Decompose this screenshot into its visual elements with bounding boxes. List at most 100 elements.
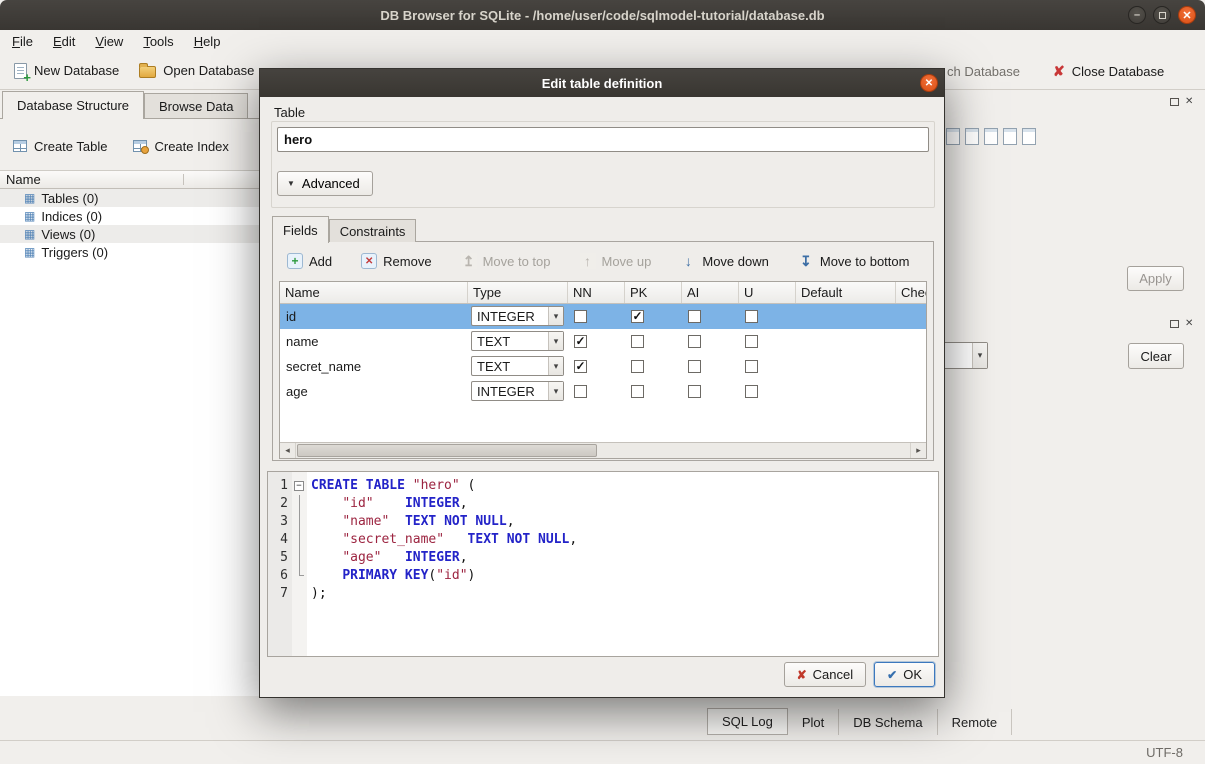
move-up-button: ↑Move up [580, 253, 652, 269]
sql-line: CREATE TABLE "hero" ( [311, 477, 938, 495]
bottom-tab-remote[interactable]: Remote [938, 709, 1013, 735]
table-name-input[interactable] [277, 127, 929, 152]
nn-checkbox[interactable]: ✓ [574, 335, 587, 348]
titlebar[interactable]: DB Browser for SQLite - /home/user/code/… [0, 0, 1205, 30]
field-check-cell[interactable] [896, 379, 927, 404]
field-row-name[interactable]: nameTEXT▾ ✓ [280, 329, 927, 354]
fields-grid-header: NameTypeNNPKAIUDefaultCheck [280, 282, 927, 304]
field-row-id[interactable]: idINTEGER▾ ✓ [280, 304, 927, 329]
column-header-pk[interactable]: PK [625, 282, 682, 303]
ai-checkbox[interactable] [688, 385, 701, 398]
column-header-nn[interactable]: NN [568, 282, 625, 303]
column-header-ai[interactable]: AI [682, 282, 739, 303]
chevron-down-icon: ▾ [548, 307, 563, 325]
column-header-u[interactable]: U [739, 282, 796, 303]
nn-checkbox[interactable]: ✓ [574, 360, 587, 373]
dock-float-icon[interactable] [1170, 98, 1179, 106]
attach-database-button[interactable]: ch Database [947, 52, 1020, 90]
field-default-cell[interactable] [796, 304, 896, 329]
ai-checkbox[interactable] [688, 360, 701, 373]
advanced-button[interactable]: ▼ Advanced [277, 171, 373, 196]
collapse-minus-icon[interactable]: − [294, 481, 304, 491]
new-database-button[interactable]: New Database [4, 57, 129, 85]
maximize-button[interactable] [1153, 6, 1171, 24]
import-icon[interactable] [946, 128, 960, 145]
field-name-cell[interactable]: name [280, 329, 468, 354]
field-name-cell[interactable]: secret_name [280, 354, 468, 379]
pk-checkbox[interactable] [631, 385, 644, 398]
nn-checkbox[interactable] [574, 385, 587, 398]
tab-browse-data[interactable]: Browse Data [144, 93, 248, 118]
dock-close-icon[interactable]: ✕ [1185, 97, 1193, 107]
type-combobox[interactable]: TEXT▾ [471, 356, 564, 376]
tab-fields[interactable]: Fields [272, 216, 329, 243]
field-check-cell[interactable] [896, 329, 927, 354]
add-button[interactable]: +Add [287, 253, 332, 269]
pk-checkbox[interactable]: ✓ [631, 310, 644, 323]
type-combobox[interactable]: INTEGER▾ [471, 306, 564, 326]
field-row-age[interactable]: ageINTEGER▾ [280, 379, 927, 404]
create-index-button[interactable]: Create Index [123, 133, 238, 160]
ai-checkbox[interactable] [688, 310, 701, 323]
bottom-tab-plot[interactable]: Plot [788, 709, 839, 735]
pk-checkbox[interactable] [631, 335, 644, 348]
ok-button[interactable]: ✔ OK [874, 662, 935, 687]
u-checkbox[interactable] [745, 360, 758, 373]
column-divider[interactable] [183, 174, 184, 185]
column-header-default[interactable]: Default [796, 282, 896, 303]
field-check-cell[interactable] [896, 354, 927, 379]
dock-float-icon[interactable] [1170, 320, 1179, 328]
dialog-close-button[interactable]: ✕ [920, 74, 938, 92]
scrollbar-thumb[interactable] [297, 444, 597, 457]
field-default-cell[interactable] [796, 379, 896, 404]
cancel-button[interactable]: ✘ Cancel [784, 662, 867, 687]
column-header-type[interactable]: Type [468, 282, 568, 303]
menu-help[interactable]: Help [184, 31, 231, 52]
set-null-icon[interactable] [984, 128, 998, 145]
apply-button[interactable]: Apply [1127, 266, 1184, 291]
move-down-button[interactable]: ↓Move down [680, 253, 768, 269]
bottom-tab-sql-log[interactable]: SQL Log [707, 708, 788, 735]
dock-close-icon[interactable]: ✕ [1185, 319, 1193, 329]
scroll-right-arrow-icon[interactable]: ▸ [910, 443, 926, 458]
create-table-button[interactable]: Create Table [3, 133, 117, 160]
column-header-check[interactable]: Check [896, 282, 927, 303]
menu-view[interactable]: View [85, 31, 133, 52]
tab-database-structure[interactable]: Database Structure [2, 91, 144, 119]
field-name-cell[interactable]: age [280, 379, 468, 404]
remove-button[interactable]: ✕Remove [361, 253, 431, 269]
type-combobox[interactable]: INTEGER▾ [471, 381, 564, 401]
menu-tools[interactable]: Tools [133, 31, 183, 52]
close-window-button[interactable]: ✕ [1178, 6, 1196, 24]
minimize-button[interactable]: – [1128, 6, 1146, 24]
table-label: Table [274, 105, 305, 120]
u-checkbox[interactable] [745, 385, 758, 398]
export-icon[interactable] [965, 128, 979, 145]
clear-button[interactable]: Clear [1128, 343, 1184, 369]
horizontal-scrollbar[interactable]: ◂ ▸ [280, 442, 926, 458]
scroll-left-arrow-icon[interactable]: ◂ [280, 443, 296, 458]
field-default-cell[interactable] [796, 329, 896, 354]
u-checkbox[interactable] [745, 310, 758, 323]
u-checkbox[interactable] [745, 335, 758, 348]
menu-file[interactable]: File [2, 31, 43, 52]
tab-constraints[interactable]: Constraints [329, 219, 417, 242]
edit-icon[interactable] [1003, 128, 1017, 145]
field-row-secret-name[interactable]: secret_nameTEXT▾ ✓ [280, 354, 927, 379]
close-database-button[interactable]: ✘ Close Database [1053, 52, 1164, 90]
nn-checkbox[interactable] [574, 310, 587, 323]
field-check-cell[interactable] [896, 304, 927, 329]
fold-guide [292, 513, 307, 531]
pk-checkbox[interactable] [631, 360, 644, 373]
move-to-bottom-button[interactable]: ↧Move to bottom [798, 253, 910, 269]
menu-edit[interactable]: Edit [43, 31, 85, 52]
open-database-button[interactable]: Open Database [129, 57, 264, 84]
save-icon[interactable] [1022, 128, 1036, 145]
bottom-tab-db-schema[interactable]: DB Schema [839, 709, 937, 735]
field-name-cell[interactable]: id [280, 304, 468, 329]
column-header-name[interactable]: Name [280, 282, 468, 303]
ai-checkbox[interactable] [688, 335, 701, 348]
type-combobox[interactable]: TEXT▾ [471, 331, 564, 351]
dialog-titlebar[interactable]: Edit table definition ✕ [260, 69, 944, 97]
field-default-cell[interactable] [796, 354, 896, 379]
